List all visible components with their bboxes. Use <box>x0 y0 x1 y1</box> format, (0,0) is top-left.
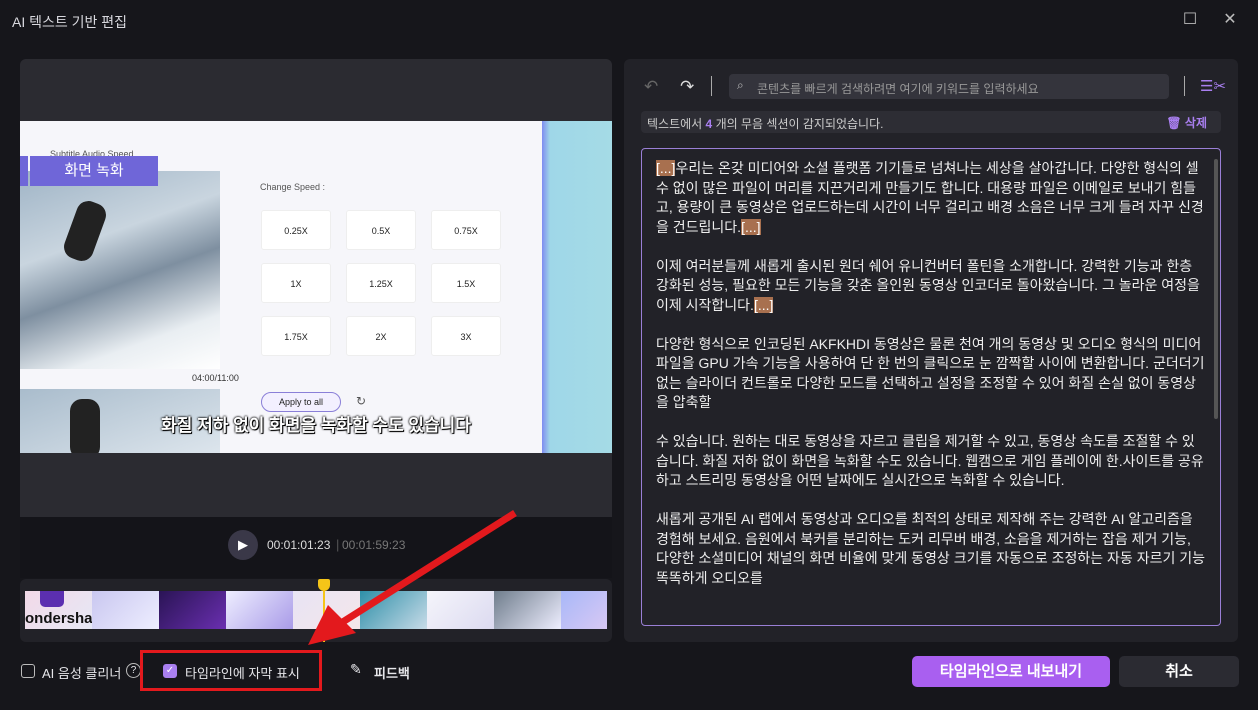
video-time: 04:00/11:00 <box>192 373 239 383</box>
ai-voice-cleaner-checkbox[interactable] <box>21 664 35 678</box>
search-placeholder: 콘텐츠를 빠르게 검색하려면 여기에 키워드를 입력하세요 <box>757 82 1039 96</box>
transcript-paragraph[interactable]: 이제 여러분들께 새롭게 출시된 원더 쉐어 유니컨버터 폴틴을 소개합니다. … <box>656 257 1206 316</box>
window-title: AI 텍스트 기반 편집 <box>12 14 128 30</box>
timeline-thumb <box>159 591 226 629</box>
speed-option: 3X <box>431 316 501 356</box>
timeline-thumb <box>561 591 607 629</box>
silence-marker[interactable]: [...] <box>741 218 761 235</box>
delete-silence-button[interactable]: 🗑 삭제 <box>1166 114 1207 131</box>
speed-option: 0.25X <box>261 210 331 250</box>
background-gradient <box>542 121 612 453</box>
tag-bar <box>20 156 28 186</box>
remove-silence-icon[interactable]: ☰✂ <box>1200 77 1226 95</box>
transcript-paragraph[interactable]: 다양한 형식으로 인코딩된 AKFKHDI 동영상은 물론 천여 개의 동영상 … <box>656 335 1206 413</box>
reset-icon: ↻ <box>356 394 367 408</box>
speed-option: 1X <box>261 263 331 303</box>
title-bar: AI 텍스트 기반 편집 ☐ ✕ <box>0 0 1258 40</box>
timeline-thumb: ondersha <box>25 591 93 629</box>
skier-image <box>20 171 220 369</box>
speed-option: 0.75X <box>431 210 501 250</box>
speed-option: 1.25X <box>346 263 416 303</box>
silence-notice: 텍스트에서 4 개의 무음 섹션이 감지되었습니다. 🗑 삭제 <box>641 111 1221 133</box>
transcript-paragraph[interactable]: 수 있습니다. 원하는 대로 동영상을 자르고 클립을 제거할 수 있고, 동영… <box>656 432 1206 491</box>
timeline-thumb <box>92 591 159 629</box>
feedback-button[interactable]: 피드백 <box>374 663 410 682</box>
transcript-panel: ↶ ↷ ⌕ 콘텐츠를 빠르게 검색하려면 여기에 키워드를 입력하세요 ☰✂ 텍… <box>624 59 1238 642</box>
transcript-paragraph[interactable]: [...]우리는 온갖 미디어와 소셜 플랫폼 기기들로 넘쳐나는 세상을 살아… <box>656 159 1206 237</box>
silence-count: 4 <box>705 117 713 131</box>
annotation-arrow <box>308 510 517 645</box>
play-button[interactable]: ▶ <box>228 530 258 560</box>
apply-to-all-button: Apply to all <box>261 392 341 412</box>
paragraph-text: 다양한 형식으로 인코딩된 AKFKHDI 동영상은 물론 천여 개의 동영상 … <box>656 335 1205 411</box>
feedback-icon[interactable]: ✎ <box>350 661 362 678</box>
undo-icon[interactable]: ↶ <box>644 77 658 97</box>
close-icon[interactable]: ✕ <box>1220 10 1240 30</box>
transcript-paragraph[interactable]: 새롭게 공개된 AI 랩에서 동영상과 오디오를 최적의 상태로 제작해 주는 … <box>656 510 1206 588</box>
video-preview-panel: Subtitle Audio Speed 화면 녹화 04:00/11:00 C… <box>20 59 612 517</box>
trash-icon: 🗑 <box>1166 116 1182 130</box>
annotation-highlight-box <box>140 650 322 691</box>
screen-record-tag: 화면 녹화 <box>30 156 158 186</box>
redo-icon[interactable]: ↷ <box>680 77 694 97</box>
transcript-editor[interactable]: [...]우리는 온갖 미디어와 소셜 플랫폼 기기들로 넘쳐나는 세상을 살아… <box>641 148 1221 626</box>
speed-option: 2X <box>346 316 416 356</box>
toolbar-divider <box>711 76 712 96</box>
paragraph-text: 이제 여러분들께 새롭게 출시된 원더 쉐어 유니컨버터 폴틴을 소개합니다. … <box>656 257 1200 313</box>
silence-marker[interactable]: [...] <box>656 160 676 176</box>
paragraph-text: 우리는 온갖 미디어와 소셜 플랫폼 기기들로 넘쳐나는 세상을 살아갑니다. … <box>656 160 1204 235</box>
maximize-icon[interactable]: ☐ <box>1180 10 1200 30</box>
silence-marker[interactable]: [...] <box>753 296 774 313</box>
speed-option: 1.5X <box>431 263 501 303</box>
speed-option: 1.75X <box>261 316 331 356</box>
notice-text: 텍스트에서 4 개의 무음 섹션이 감지되었습니다. <box>647 117 884 131</box>
speed-option: 0.5X <box>346 210 416 250</box>
timeline-thumb <box>226 591 293 629</box>
help-icon[interactable]: ? <box>126 663 141 678</box>
change-speed-label: Change Speed : <box>260 182 326 192</box>
search-input[interactable]: ⌕ 콘텐츠를 빠르게 검색하려면 여기에 키워드를 입력하세요 <box>729 74 1169 99</box>
paragraph-text: 새롭게 공개된 AI 랩에서 동영상과 오디오를 최적의 상태로 제작해 주는 … <box>656 511 1205 586</box>
thumb-logo-text: ondersha <box>25 610 93 627</box>
ai-voice-cleaner-label: AI 음성 클리너 <box>42 666 122 681</box>
toolbar-divider <box>1184 76 1185 96</box>
paragraph-text: 수 있습니다. 원하는 대로 동영상을 자르고 클립을 제거할 수 있고, 동영… <box>656 433 1204 488</box>
cancel-button[interactable]: 취소 <box>1119 656 1239 687</box>
video-frame: Subtitle Audio Speed 화면 녹화 04:00/11:00 C… <box>20 121 612 453</box>
export-to-timeline-button[interactable]: 타임라인으로 내보내기 <box>912 656 1110 687</box>
search-icon: ⌕ <box>737 78 744 92</box>
video-subtitle: 화질 저하 없이 화면을 녹화할 수도 있습니다 <box>161 416 471 435</box>
scrollbar[interactable] <box>1214 159 1218 419</box>
